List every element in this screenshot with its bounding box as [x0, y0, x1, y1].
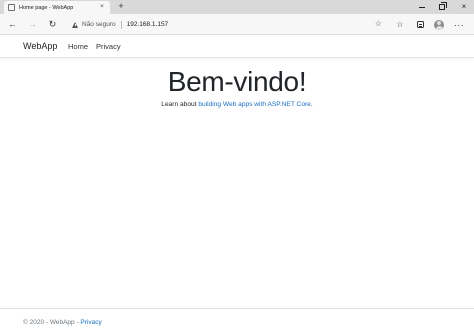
address-divider: [120, 20, 122, 29]
copyright-text: © 2020 - WebApp -: [23, 319, 81, 326]
close-window-button[interactable]: ×: [454, 0, 474, 14]
nav-home-link[interactable]: Home: [68, 42, 88, 51]
reload-icon: ↻: [48, 19, 57, 29]
arrow-left-icon: ←: [8, 19, 17, 29]
minimize-button[interactable]: [412, 0, 432, 14]
profile-button[interactable]: [432, 18, 446, 31]
restore-icon: [439, 4, 445, 10]
security-label[interactable]: Não seguro: [82, 21, 116, 28]
page-footer: © 2020 - WebApp - Privacy: [0, 308, 474, 336]
page-favicon-icon: [8, 4, 15, 11]
favorites-button[interactable]: ☆: [393, 18, 407, 31]
minimize-icon: [419, 6, 425, 8]
maximize-button[interactable]: [432, 0, 452, 14]
aspnet-docs-link[interactable]: building Web apps with ASP.NET Core: [198, 101, 311, 108]
learn-prefix: Learn about: [161, 101, 199, 108]
url-text[interactable]: 192.168.1.157: [127, 21, 169, 28]
browser-toolbar: ← → ↻ Não seguro 192.168.1.157 ☆ ☆ ···: [0, 14, 474, 35]
arrow-right-icon: →: [28, 19, 37, 29]
learn-text: Learn about building Web apps with ASP.N…: [0, 101, 474, 108]
forward-button[interactable]: →: [25, 17, 40, 32]
browser-tab-strip: Home page - WebApp × + ×: [0, 0, 474, 14]
site-brand-link[interactable]: WebApp: [23, 41, 57, 51]
new-tab-button[interactable]: +: [116, 0, 126, 13]
favorites-icon: ☆: [396, 20, 404, 29]
site-navbar: WebApp Home Privacy: [0, 36, 474, 58]
footer-text: © 2020 - WebApp - Privacy: [23, 319, 102, 326]
profile-icon: [434, 19, 444, 30]
address-bar[interactable]: Não seguro 192.168.1.157 ☆: [66, 17, 386, 32]
collections-button[interactable]: [413, 18, 427, 31]
browser-tab[interactable]: Home page - WebApp ×: [4, 1, 110, 14]
settings-menu-button[interactable]: ···: [452, 18, 466, 31]
star-icon[interactable]: ☆: [375, 19, 382, 28]
warning-icon[interactable]: [72, 21, 78, 28]
tab-title: Home page - WebApp: [19, 4, 74, 11]
back-button[interactable]: ←: [5, 17, 20, 32]
main-content: Bem-vindo!: [0, 66, 474, 98]
tab-close-icon[interactable]: ×: [98, 4, 106, 11]
footer-privacy-link[interactable]: Privacy: [80, 319, 101, 326]
nav-privacy-link[interactable]: Privacy: [96, 42, 121, 51]
close-icon: ×: [461, 2, 467, 11]
learn-suffix: .: [310, 101, 313, 108]
page-title: Bem-vindo!: [167, 66, 307, 97]
more-icon: ···: [453, 19, 465, 30]
reload-button[interactable]: ↻: [45, 17, 60, 32]
collections-icon: [416, 21, 424, 28]
